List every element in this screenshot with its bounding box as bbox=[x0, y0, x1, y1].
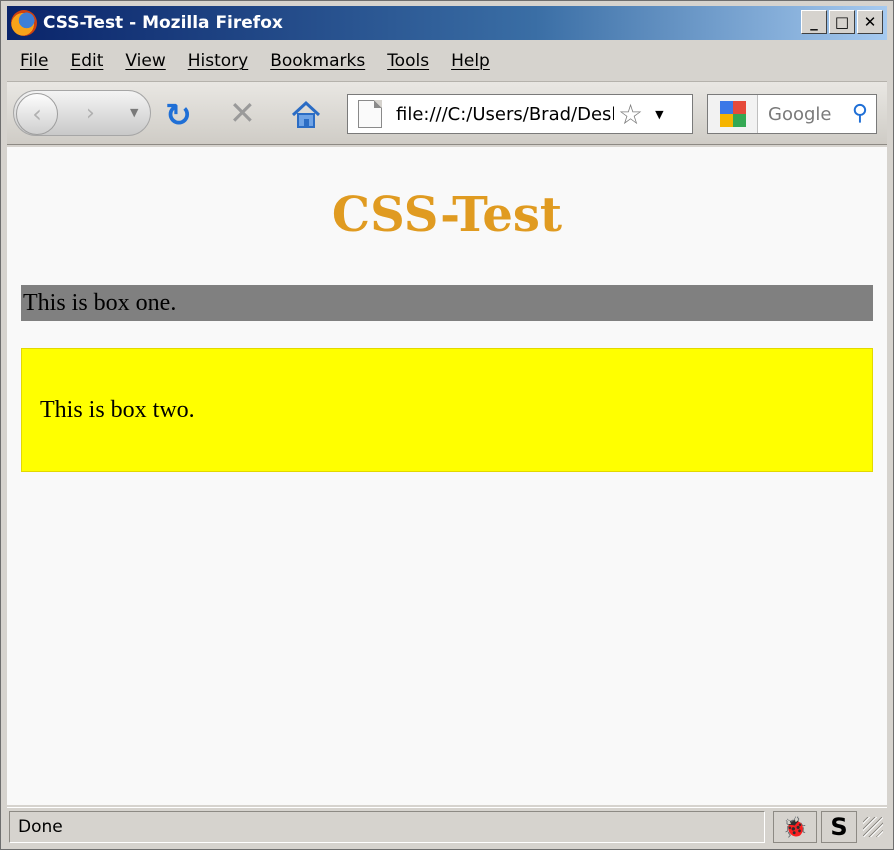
menu-bar: File Edit View History Bookmarks Tools H… bbox=[7, 45, 887, 77]
forward-icon[interactable]: › bbox=[86, 101, 95, 126]
history-dropdown-icon[interactable]: ▼ bbox=[130, 106, 138, 119]
star-icon[interactable]: ☆ bbox=[618, 98, 643, 131]
url-bar[interactable]: file:///C:/Users/Brad/Desktop/css-test.h… bbox=[347, 94, 693, 134]
firefox-logo-icon bbox=[11, 10, 37, 36]
menu-file[interactable]: File bbox=[20, 51, 48, 71]
box-two: This is box two. bbox=[21, 348, 873, 472]
search-bar[interactable]: Google ⚲ bbox=[707, 94, 877, 134]
menu-tools[interactable]: Tools bbox=[387, 51, 429, 71]
close-button[interactable]: ✕ bbox=[857, 10, 883, 34]
minimize-button[interactable]: _ bbox=[801, 10, 827, 34]
menu-bookmarks[interactable]: Bookmarks bbox=[270, 51, 365, 71]
google-icon[interactable] bbox=[708, 95, 758, 133]
back-icon: ‹ bbox=[32, 100, 42, 128]
home-icon[interactable] bbox=[289, 98, 323, 132]
status-text: Done bbox=[9, 810, 765, 843]
window-title: CSS-Test - Mozilla Firefox bbox=[43, 13, 283, 33]
status-bar: Done 🐞 S bbox=[7, 807, 887, 845]
resize-grip[interactable] bbox=[863, 816, 883, 837]
search-input[interactable]: Google bbox=[768, 104, 831, 125]
reload-icon[interactable]: ↻ bbox=[165, 96, 192, 134]
url-input[interactable]: file:///C:/Users/Brad/Desktop/css-test.h… bbox=[396, 104, 614, 125]
menu-history[interactable]: History bbox=[188, 51, 248, 71]
window-controls: _ □ ✕ bbox=[801, 10, 883, 34]
title-bar: CSS-Test - Mozilla Firefox _ □ ✕ bbox=[7, 6, 887, 40]
page-content: CSS-Test This is box one. This is box tw… bbox=[7, 147, 887, 805]
navigation-toolbar: ‹ › ▼ ↻ ✕ file:///C:/Users/Brad/Desktop/… bbox=[7, 81, 887, 145]
menu-view[interactable]: View bbox=[125, 51, 165, 71]
page-heading: CSS-Test bbox=[331, 187, 563, 243]
menu-help[interactable]: Help bbox=[451, 51, 490, 71]
stop-icon[interactable]: ✕ bbox=[229, 94, 256, 132]
search-icon[interactable]: ⚲ bbox=[852, 101, 868, 126]
page-icon bbox=[358, 100, 382, 128]
maximize-button[interactable]: □ bbox=[829, 10, 855, 34]
back-button[interactable]: ‹ bbox=[16, 93, 58, 135]
back-forward-group: ‹ › ▼ bbox=[13, 90, 151, 136]
bug-icon[interactable]: 🐞 bbox=[773, 810, 817, 843]
menu-edit[interactable]: Edit bbox=[70, 51, 103, 71]
browser-window: CSS-Test - Mozilla Firefox _ □ ✕ File Ed… bbox=[0, 0, 894, 850]
s-icon[interactable]: S bbox=[821, 810, 857, 843]
url-dropdown-icon[interactable]: ▼ bbox=[655, 108, 663, 121]
box-one: This is box one. bbox=[21, 285, 873, 321]
